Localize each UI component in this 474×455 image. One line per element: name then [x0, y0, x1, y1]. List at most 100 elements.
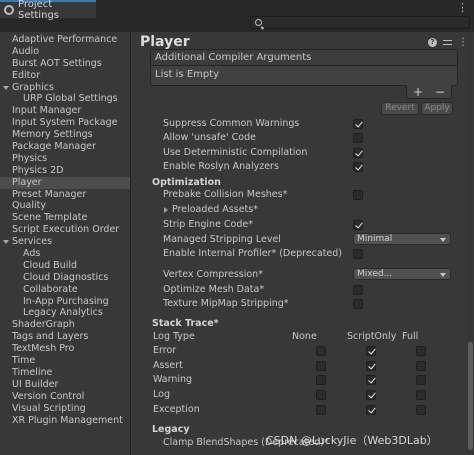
sidebar-item-cloud-diagnostics[interactable]: Cloud Diagnostics: [0, 272, 130, 284]
help-icon[interactable]: ?: [428, 38, 437, 47]
prebake-collision-meshes-label: Prebake Collision Meshes*: [163, 189, 288, 200]
scrollbar-thumb[interactable]: [468, 342, 473, 450]
foldout-arrow-icon[interactable]: [164, 207, 168, 213]
sidebar-item-physics[interactable]: Physics: [0, 153, 130, 165]
sidebar-item-graphics[interactable]: Graphics: [0, 82, 130, 94]
window-menu-icon[interactable]: ⋮: [457, 2, 468, 13]
gear-icon: [4, 5, 14, 15]
section-legacy: Legacy: [152, 424, 190, 435]
sidebar-item-preset-manager[interactable]: Preset Manager: [0, 189, 130, 201]
sidebar-item-label: Ads: [23, 248, 41, 260]
sidebar-item-timeline[interactable]: Timeline: [0, 367, 130, 379]
stack-trace-error-scriptonly-checkbox[interactable]: [366, 346, 376, 356]
sidebar-item-input-system-package[interactable]: Input System Package: [0, 117, 130, 129]
stack-trace-assert-none-checkbox[interactable]: [316, 361, 326, 371]
compiler-arguments-list: Additional Compiler Arguments List is Em…: [150, 49, 458, 86]
sidebar-item-time[interactable]: Time: [0, 355, 130, 367]
vertical-scrollbar[interactable]: [467, 32, 474, 455]
stack-trace-header-scriptonly: ScriptOnly: [347, 331, 397, 342]
sidebar-item-quality[interactable]: Quality: [0, 200, 130, 212]
watermark: CSDN @LuckyJie（Web3DLab）: [266, 434, 438, 447]
internal-profiler-checkbox[interactable]: [353, 249, 363, 259]
apply-button[interactable]: Apply: [421, 102, 453, 115]
sidebar-item-label: ShaderGraph: [12, 319, 75, 331]
search-input[interactable]: [250, 16, 470, 29]
sidebar-item-memory-settings[interactable]: Memory Settings: [0, 129, 130, 141]
stack-trace-exception-full-checkbox[interactable]: [416, 405, 426, 415]
add-item-button[interactable]: +: [413, 85, 423, 99]
sidebar-item-textmesh-pro[interactable]: TextMesh Pro: [0, 343, 130, 355]
sidebar-item-shadergraph[interactable]: ShaderGraph: [0, 319, 130, 331]
sidebar-item-label: Physics 2D: [12, 164, 64, 176]
stack-trace-assert-full-checkbox[interactable]: [416, 361, 426, 371]
sidebar-item-editor[interactable]: Editor: [0, 70, 130, 82]
sidebar-item-scene-template[interactable]: Scene Template: [0, 212, 130, 224]
sidebar-item-label: Player: [12, 176, 42, 188]
texture-mipmap-label: Texture MipMap Stripping*: [163, 298, 289, 309]
stack-trace-exception-none-checkbox[interactable]: [316, 405, 326, 415]
sidebar-item-burst-aot-settings[interactable]: Burst AOT Settings: [0, 58, 130, 70]
sidebar-item-adaptive-performance[interactable]: Adaptive Performance: [0, 34, 130, 46]
sidebar-item-ads[interactable]: Ads: [0, 248, 130, 260]
sidebar-item-ui-builder[interactable]: UI Builder: [0, 379, 130, 391]
sidebar-item-label: Quality: [12, 200, 46, 212]
prebake-collision-meshes-checkbox[interactable]: [353, 190, 363, 200]
list-empty-text: List is Empty: [155, 69, 220, 80]
checkbox-enable-roslyn-analyzers[interactable]: [353, 162, 363, 172]
checkbox-use-deterministic-compilation[interactable]: [353, 148, 363, 158]
sidebar-item-player[interactable]: Player: [0, 176, 130, 189]
expand-arrow-icon[interactable]: [3, 85, 9, 90]
revert-button[interactable]: Revert: [381, 102, 419, 115]
checkbox-suppress-common-warnings[interactable]: [353, 119, 363, 129]
texture-mipmap-checkbox[interactable]: [353, 299, 363, 309]
search-icon: [255, 19, 262, 26]
presets-icon[interactable]: [443, 39, 452, 47]
optimize-mesh-data-checkbox[interactable]: [353, 285, 363, 295]
section-stack-trace: Stack Trace*: [152, 318, 219, 329]
sidebar-item-input-manager[interactable]: Input Manager: [0, 105, 130, 117]
project-settings-tab[interactable]: Project Settings: [0, 0, 96, 21]
stack-trace-log-scriptonly-checkbox[interactable]: [366, 390, 376, 400]
sidebar-item-label: Adaptive Performance: [12, 34, 118, 45]
sidebar-item-physics-2d[interactable]: Physics 2D: [0, 165, 130, 177]
sidebar-item-legacy-analytics[interactable]: Legacy Analytics: [0, 307, 130, 319]
sidebar-item-script-execution-order[interactable]: Script Execution Order: [0, 224, 130, 236]
managed-stripping-dropdown[interactable]: Minimal: [353, 233, 451, 245]
sidebar-item-label: Script Execution Order: [12, 224, 120, 236]
strip-engine-code-checkbox[interactable]: [353, 220, 363, 230]
sidebar-item-label: Legacy Analytics: [23, 307, 103, 319]
stack-trace-row-exception: Exception: [153, 404, 200, 415]
sidebar-item-services[interactable]: Services: [0, 236, 130, 248]
sidebar-item-version-control[interactable]: Version Control: [0, 391, 130, 403]
sidebar-item-label: Package Manager: [12, 141, 97, 153]
stack-trace-warning-none-checkbox[interactable]: [316, 375, 326, 385]
sidebar-item-package-manager[interactable]: Package Manager: [0, 141, 130, 153]
sidebar-item-audio[interactable]: Audio: [0, 46, 130, 58]
stack-trace-log-none-checkbox[interactable]: [316, 390, 326, 400]
sidebar-item-cloud-build[interactable]: Cloud Build: [0, 260, 130, 272]
sidebar-item-visual-scripting[interactable]: Visual Scripting: [0, 403, 130, 415]
stack-trace-warning-full-checkbox[interactable]: [416, 375, 426, 385]
managed-stripping-dropdown-value: Minimal: [357, 234, 393, 244]
checkbox-allow-unsafe-code[interactable]: [353, 133, 363, 143]
stack-trace-log-full-checkbox[interactable]: [416, 390, 426, 400]
expand-arrow-icon[interactable]: [3, 240, 9, 245]
window-title-bar: Project Settings ⋮: [0, 0, 474, 32]
vertex-compression-label: Vertex Compression*: [163, 269, 263, 280]
option-label-use-deterministic-compilation: Use Deterministic Compilation: [163, 147, 308, 158]
stack-trace-assert-scriptonly-checkbox[interactable]: [366, 361, 376, 371]
stack-trace-error-full-checkbox[interactable]: [416, 346, 426, 356]
stack-trace-warning-scriptonly-checkbox[interactable]: [366, 375, 376, 385]
sidebar-item-in-app-purchasing[interactable]: In-App Purchasing: [0, 296, 130, 308]
remove-item-button[interactable]: −: [435, 85, 445, 99]
sidebar-item-xr-plugin-management[interactable]: XR Plugin Management: [0, 415, 130, 427]
sidebar-item-label: TextMesh Pro: [12, 343, 75, 355]
settings-sidebar: Adaptive Performance Audio Burst AOT Setti…: [0, 32, 131, 455]
sidebar-item-tags-and-layers[interactable]: Tags and Layers: [0, 331, 130, 343]
sidebar-item-collaborate[interactable]: Collaborate: [0, 284, 130, 296]
vertex-compression-dropdown[interactable]: Mixed...: [353, 268, 451, 280]
stack-trace-error-none-checkbox[interactable]: [316, 346, 326, 356]
sidebar-item-urp-global-settings[interactable]: URP Global Settings: [0, 93, 130, 105]
stack-trace-row-assert: Assert: [153, 360, 183, 371]
stack-trace-exception-scriptonly-checkbox[interactable]: [366, 405, 376, 415]
